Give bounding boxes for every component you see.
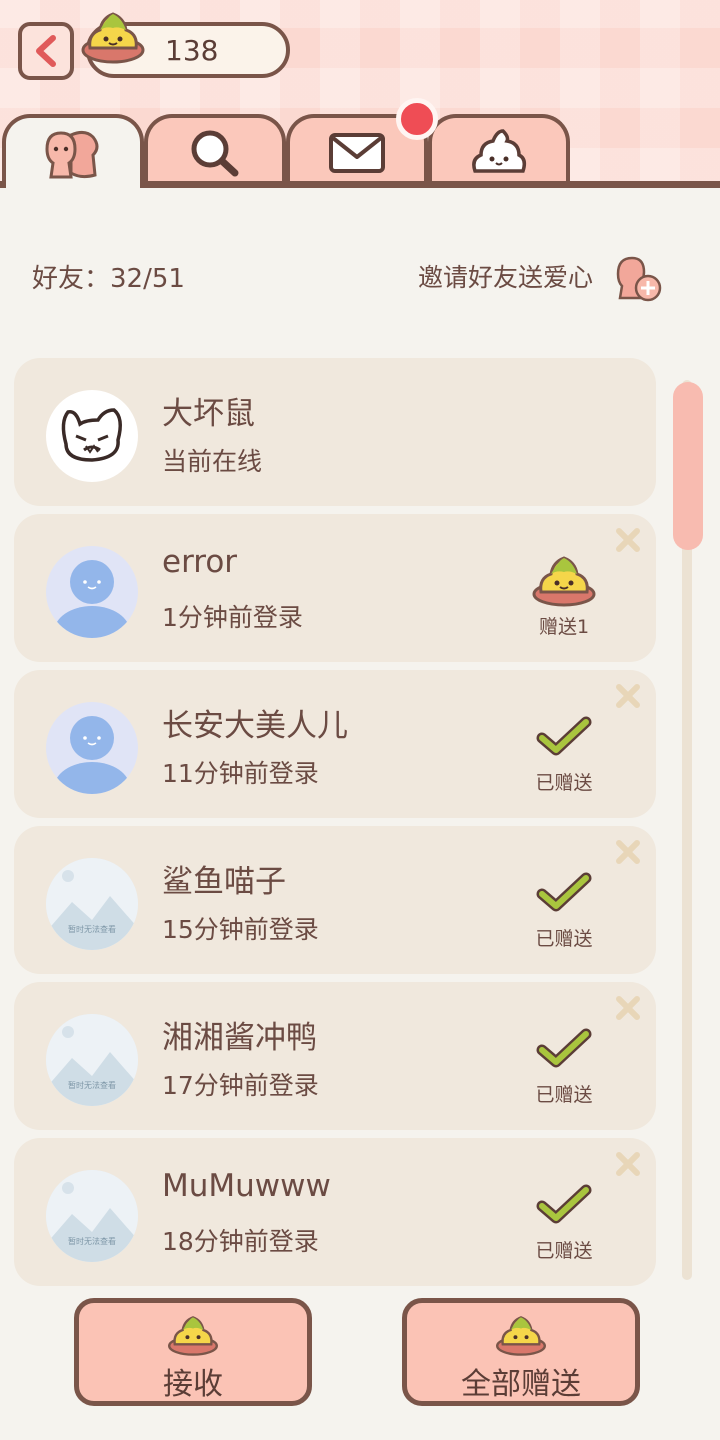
close-icon[interactable] [614, 1150, 642, 1178]
tab-friends[interactable] [2, 114, 144, 188]
tab-search[interactable] [144, 114, 286, 188]
friend-name: 长安大美人儿 [162, 708, 348, 744]
tab-poop[interactable] [428, 114, 570, 188]
friends-icon [45, 130, 99, 179]
friend-status: 18分钟前登录 [162, 1227, 319, 1256]
avatar-unavailable-text: 暂时无法查看 [68, 1081, 116, 1090]
sent-indicator: 已赠送 [514, 706, 614, 796]
friends-count: 好友：32/51 [32, 264, 185, 294]
send-all-button[interactable]: 全部赠送 [402, 1298, 640, 1406]
friend-list[interactable]: 大坏鼠 当前在线 error 1分钟前登录 赠送1 长安大美人儿 11分钟前登录… [14, 356, 656, 1286]
poop-icon [472, 129, 527, 173]
check-icon [536, 716, 592, 756]
friend-card[interactable]: 暂时无法查看 MuMuwww 18分钟前登录 已赠送 [14, 1138, 656, 1286]
friend-status: 1分钟前登录 [162, 603, 303, 632]
search-icon [191, 130, 239, 177]
header: 138 [0, 0, 720, 188]
gift-button[interactable]: 赠送1 [514, 550, 614, 640]
friend-card[interactable]: error 1分钟前登录 赠送1 [14, 514, 656, 662]
friend-name: 鲨鱼喵子 [162, 864, 286, 900]
receive-label: 接收 [163, 1367, 223, 1402]
default-avatar-icon [54, 560, 130, 638]
avatar [46, 390, 138, 482]
sent-indicator: 已赠送 [514, 862, 614, 952]
close-icon[interactable] [614, 526, 642, 554]
send-all-label: 全部赠送 [461, 1367, 581, 1402]
friend-card[interactable]: 长安大美人儿 11分钟前登录 已赠送 [14, 670, 656, 818]
friend-card[interactable]: 大坏鼠 当前在线 [14, 358, 656, 506]
rabbit-avatar-icon [61, 408, 122, 462]
receive-button[interactable]: 接收 [74, 1298, 312, 1406]
friend-card[interactable]: 暂时无法查看 鲨鱼喵子 15分钟前登录 已赠送 [14, 826, 656, 974]
check-icon [536, 1028, 592, 1068]
close-icon[interactable] [614, 682, 642, 710]
friend-status: 11分钟前登录 [162, 759, 319, 788]
mail-icon [329, 133, 385, 173]
close-icon[interactable] [614, 838, 642, 866]
sent-label: 已赠送 [535, 928, 593, 950]
friend-name: 湘湘酱冲鸭 [162, 1020, 317, 1056]
sent-indicator: 已赠送 [514, 1174, 614, 1264]
sent-indicator: 已赠送 [514, 1018, 614, 1108]
scrollbar-thumb[interactable] [673, 382, 703, 550]
poop-coin-icon [81, 12, 145, 64]
poop-coin-icon [168, 1316, 218, 1356]
friend-status: 当前在线 [162, 447, 263, 476]
avatar [46, 546, 138, 638]
poop-coin-icon [532, 556, 596, 607]
sent-label: 已赠送 [535, 772, 593, 794]
coin-value: 138 [165, 34, 219, 67]
add-friend-icon[interactable] [612, 252, 664, 304]
gift-label: 赠送1 [538, 616, 590, 638]
avatar: 暂时无法查看 [46, 1014, 138, 1106]
back-button[interactable] [18, 22, 74, 80]
chevron-left-icon [36, 35, 56, 67]
avatar [46, 702, 138, 794]
image-unavailable-icon [46, 858, 138, 950]
check-icon [536, 872, 592, 912]
sent-label: 已赠送 [535, 1084, 593, 1106]
friend-card[interactable]: 暂时无法查看 湘湘酱冲鸭 17分钟前登录 已赠送 [14, 982, 656, 1130]
avatar: 暂时无法查看 [46, 858, 138, 950]
sent-label: 已赠送 [535, 1240, 593, 1262]
avatar-unavailable-text: 暂时无法查看 [68, 1237, 116, 1246]
avatar: 暂时无法查看 [46, 1170, 138, 1262]
poop-coin-icon [496, 1316, 546, 1356]
friend-status: 17分钟前登录 [162, 1071, 319, 1100]
invite-friends-link[interactable]: 邀请好友送爱心 [418, 258, 593, 294]
friend-name: error [162, 544, 238, 580]
check-icon [536, 1184, 592, 1224]
friend-name: 大坏鼠 [162, 396, 255, 432]
close-icon[interactable] [614, 994, 642, 1022]
default-avatar-icon [54, 716, 130, 794]
friend-status: 15分钟前登录 [162, 915, 319, 944]
image-unavailable-icon [46, 1170, 138, 1262]
friend-name: MuMuwww [162, 1168, 331, 1204]
image-unavailable-icon [46, 1014, 138, 1106]
notification-badge [396, 98, 438, 140]
avatar-unavailable-text: 暂时无法查看 [68, 925, 116, 934]
